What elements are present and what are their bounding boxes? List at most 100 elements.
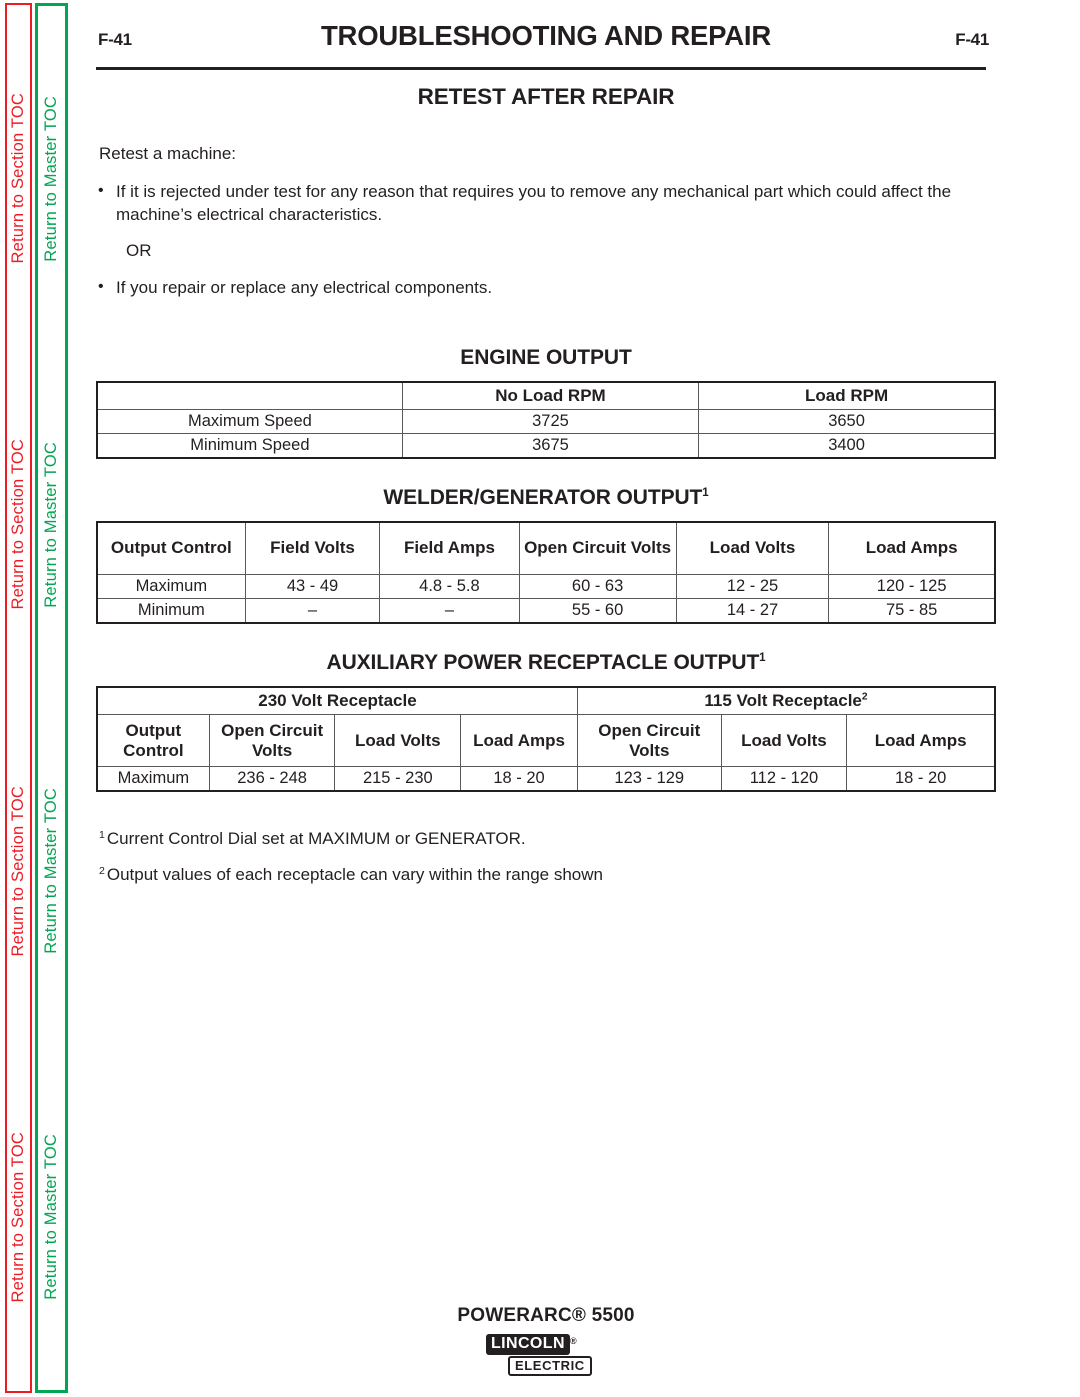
table-row: Maximum 43 - 49 4.8 - 5.8 60 - 63 12 - 2…	[96, 573, 996, 599]
welder-heading-footnote-marker: 1	[702, 487, 709, 500]
page-number-right: F-41	[955, 30, 989, 49]
welder-generator-output-table: Output Control Field Volts Field Amps Op…	[96, 521, 996, 624]
welder-row-label: Maximum	[96, 573, 246, 599]
welder-row-label: Minimum	[96, 597, 246, 624]
welder-cell-load-volts: 14 - 27	[675, 597, 830, 624]
auxiliary-power-output-table: 230 Volt Receptacle 115 Volt Receptacle2…	[96, 685, 996, 793]
welder-generator-output-heading: WELDER/GENERATOR OUTPUT1	[96, 486, 996, 510]
aux-group-230-volt: 230 Volt Receptacle	[96, 686, 578, 716]
lincoln-electric-logo: LINCOLN ® ELECTRIC	[486, 1334, 606, 1378]
table-row: Minimum Speed 3675 3400	[96, 433, 996, 459]
welder-generator-output-block: WELDER/GENERATOR OUTPUT1 Output Control …	[96, 486, 996, 624]
footnote-2-text: Output values of each receptacle can var…	[106, 865, 603, 885]
table-header-row: No Load RPM Load RPM	[96, 381, 996, 411]
auxiliary-heading-footnote-marker: 1	[759, 651, 766, 664]
section-heading: RETEST AFTER REPAIR	[417, 84, 675, 109]
welder-cell-open-circuit-volts: 60 - 63	[518, 573, 677, 599]
footnote-2: 2 Output values of each receptacle can va…	[99, 864, 996, 886]
aux-col-230-open-circuit-volts: Open Circuit Volts	[208, 714, 336, 768]
page-number-left: F-41	[98, 30, 132, 49]
table-row: Minimum – – 55 - 60 14 - 27 75 - 85	[96, 597, 996, 624]
table-row: Maximum 236 - 248 215 - 230 18 - 20 123 …	[96, 766, 996, 792]
aux-cell-115-load-amps: 18 - 20	[846, 766, 996, 792]
retest-conditions-list-continued: If you repair or replace any electrical …	[96, 276, 996, 300]
welder-generator-heading-text: WELDER/GENERATOR OUTPUT	[383, 486, 703, 510]
engine-row-label: Maximum Speed	[96, 409, 403, 435]
page-title: TROUBLESHOOTING AND REPAIR	[320, 20, 772, 51]
aux-cell-230-open-circuit: 236 - 248	[208, 766, 336, 792]
aux-cell-115-load-volts: 112 - 120	[720, 766, 848, 792]
welder-col-field-volts: Field Volts	[244, 521, 381, 575]
title-divider	[96, 67, 986, 70]
list-item: If you repair or replace any electrical …	[96, 276, 996, 300]
logo-lincoln-wordmark: LINCOLN	[486, 1334, 570, 1355]
aux-cell-115-open-circuit: 123 - 129	[576, 766, 722, 792]
registered-trademark-icon: ®	[570, 1336, 577, 1346]
list-item: If it is rejected under test for any rea…	[96, 180, 996, 227]
aux-col-115-load-amps: Load Amps	[846, 714, 996, 768]
table-group-header-row: 230 Volt Receptacle 115 Volt Receptacle2	[96, 686, 996, 716]
page-header: F-41 TROUBLESHOOTING AND REPAIR F-41	[96, 20, 996, 64]
welder-cell-field-volts: 43 - 49	[244, 573, 381, 599]
aux-row-label: Maximum	[96, 766, 210, 792]
table-header-row: Output Control Field Volts Field Amps Op…	[96, 521, 996, 575]
engine-output-heading: ENGINE OUTPUT	[96, 346, 996, 370]
welder-cell-field-amps: 4.8 - 5.8	[379, 573, 520, 599]
engine-col-load-rpm: Load RPM	[698, 381, 996, 411]
engine-cell-load: 3650	[698, 409, 996, 435]
welder-cell-load-amps: 120 - 125	[828, 573, 996, 599]
return-to-master-toc-tab[interactable]: Return to Master TOC Return to Master TO…	[35, 3, 68, 1393]
aux-col-230-load-amps: Load Amps	[460, 714, 578, 768]
aux-col-115-open-circuit-volts: Open Circuit Volts	[576, 714, 722, 768]
engine-col-blank	[96, 381, 403, 411]
welder-cell-load-volts: 12 - 25	[675, 573, 830, 599]
return-to-master-toc-label: Return to Master TOC	[42, 96, 61, 262]
footnotes: 1 Current Control Dial set at MAXIMUM or …	[99, 828, 996, 886]
welder-cell-field-volts: –	[244, 597, 381, 624]
footnote-1-marker: 1	[99, 828, 105, 841]
engine-output-block: ENGINE OUTPUT No Load RPM Load RPM Maxim…	[96, 346, 996, 460]
welder-col-output-control: Output Control	[96, 521, 246, 575]
return-to-section-toc-label: Return to Section TOC	[9, 439, 28, 610]
return-to-master-toc-label: Return to Master TOC	[42, 442, 61, 608]
aux-cell-230-load-volts: 215 - 230	[334, 766, 462, 792]
retest-conditions-list: If it is rejected under test for any rea…	[96, 180, 996, 227]
welder-col-open-circuit-volts: Open Circuit Volts	[518, 521, 677, 575]
product-model-name: POWERARC® 5500	[457, 1305, 635, 1326]
auxiliary-power-output-block: AUXILIARY POWER RECEPTACLE OUTPUT1 230 V…	[96, 651, 996, 793]
or-separator: OR	[126, 240, 152, 260]
footnote-2-marker: 2	[99, 864, 105, 877]
aux-group-115-text: 115 Volt Receptacle	[704, 690, 862, 710]
aux-col-output-control: Output Control	[96, 714, 210, 768]
table-row: Maximum Speed 3725 3650	[96, 409, 996, 435]
aux-col-230-load-volts: Load Volts	[334, 714, 462, 768]
engine-output-table: No Load RPM Load RPM Maximum Speed 3725 …	[96, 380, 996, 460]
welder-cell-open-circuit-volts: 55 - 60	[518, 597, 677, 624]
page-content: F-41 TROUBLESHOOTING AND REPAIR F-41 RET…	[96, 0, 996, 1397]
return-to-master-toc-label: Return to Master TOC	[42, 1134, 61, 1300]
auxiliary-power-output-heading: AUXILIARY POWER RECEPTACLE OUTPUT1	[96, 651, 996, 675]
page-footer: POWERARC® 5500 LINCOLN ® ELECTRIC	[96, 1305, 996, 1383]
engine-output-heading-text: ENGINE OUTPUT	[460, 345, 632, 369]
table-header-row: Output Control Open Circuit Volts Load V…	[96, 714, 996, 768]
auxiliary-heading-text: AUXILIARY POWER RECEPTACLE OUTPUT	[326, 650, 760, 674]
aux-group-115-footnote-marker: 2	[861, 691, 868, 703]
engine-row-label: Minimum Speed	[96, 433, 403, 459]
welder-col-load-amps: Load Amps	[828, 521, 996, 575]
engine-cell-load: 3400	[698, 433, 996, 459]
aux-cell-230-load-amps: 18 - 20	[460, 766, 578, 792]
footnote-1: 1 Current Control Dial set at MAXIMUM or …	[99, 828, 996, 850]
intro-text: Retest a machine:	[99, 144, 237, 163]
return-to-section-toc-label: Return to Section TOC	[9, 785, 28, 957]
logo-electric-wordmark: ELECTRIC	[508, 1356, 592, 1376]
return-to-master-toc-label: Return to Master TOC	[42, 788, 61, 954]
engine-cell-no-load: 3725	[401, 409, 700, 435]
return-to-section-toc-label: Return to Section TOC	[9, 92, 28, 264]
welder-col-load-volts: Load Volts	[675, 521, 830, 575]
welder-col-field-amps: Field Amps	[379, 521, 520, 575]
engine-cell-no-load: 3675	[401, 433, 700, 459]
aux-col-115-load-volts: Load Volts	[720, 714, 848, 768]
footnote-1-text: Current Control Dial set at MAXIMUM or G…	[106, 829, 526, 849]
return-to-section-toc-tab[interactable]: Return to Section TOC Return to Section …	[5, 3, 32, 1393]
aux-group-115-volt: 115 Volt Receptacle2	[576, 686, 996, 716]
